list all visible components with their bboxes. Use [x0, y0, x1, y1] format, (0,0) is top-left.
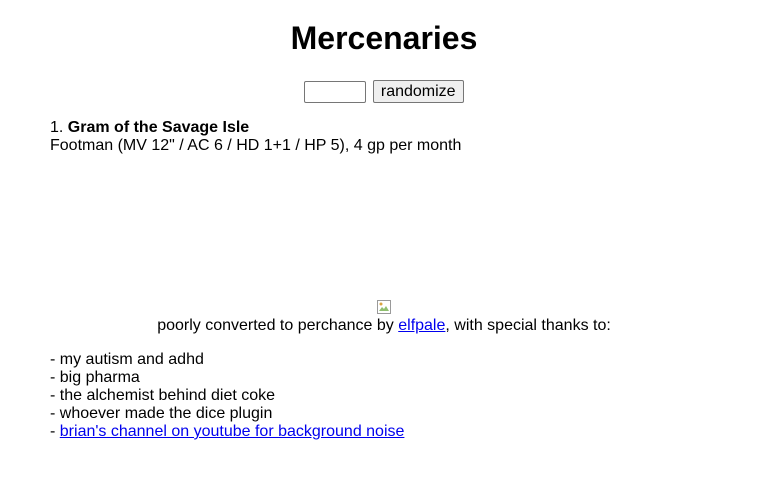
- credits-line: poorly converted to perchance by elfpale…: [0, 317, 768, 335]
- thanks-dash: -: [50, 369, 56, 386]
- mercenary-name: Gram of the Savage Isle: [67, 119, 250, 136]
- elfpale-link[interactable]: elfpale: [398, 317, 445, 334]
- broken-image-icon: [376, 299, 392, 315]
- randomize-button[interactable]: randomize: [372, 80, 464, 103]
- credit-prefix: poorly converted to perchance by: [157, 317, 394, 334]
- thanks-dash: -: [50, 405, 56, 422]
- thanks-item: - big pharma: [50, 369, 404, 387]
- count-input[interactable]: [304, 80, 367, 103]
- mercenary-details: Footman (MV 12" / AC 6 / HD 1+1 / HP 5),…: [50, 137, 462, 154]
- thanks-text: the alchemist behind diet coke: [59, 387, 276, 404]
- result-index: 1.: [50, 119, 64, 136]
- thanks-item: - whoever made the dice plugin: [50, 405, 404, 423]
- thanks-text: big pharma: [59, 369, 140, 386]
- thanks-item: - my autism and adhd: [50, 351, 404, 369]
- thanks-text: whoever made the dice plugin: [59, 405, 273, 422]
- thanks-list: - my autism and adhd - big pharma - the …: [50, 351, 404, 441]
- result-item: 1. Gram of the Savage Isle: [50, 119, 461, 137]
- result-list: 1. Gram of the Savage Isle Footman (MV 1…: [50, 119, 461, 155]
- thanks-item: - brian's channel on youtube for backgro…: [50, 423, 404, 441]
- page: Mercenaries randomize 1. Gram of the Sav…: [0, 0, 768, 480]
- credit-suffix: , with special thanks to:: [445, 317, 611, 334]
- page-title: Mercenaries: [290, 20, 478, 56]
- thanks-dash: -: [50, 423, 56, 440]
- generator-controls: randomize: [0, 80, 768, 104]
- thanks-dash: -: [50, 387, 56, 404]
- youtube-channel-link[interactable]: brian's channel on youtube for backgroun…: [60, 423, 405, 440]
- thanks-dash: -: [50, 351, 56, 368]
- thanks-item: - the alchemist behind diet coke: [50, 387, 404, 405]
- thanks-text: my autism and adhd: [59, 351, 204, 368]
